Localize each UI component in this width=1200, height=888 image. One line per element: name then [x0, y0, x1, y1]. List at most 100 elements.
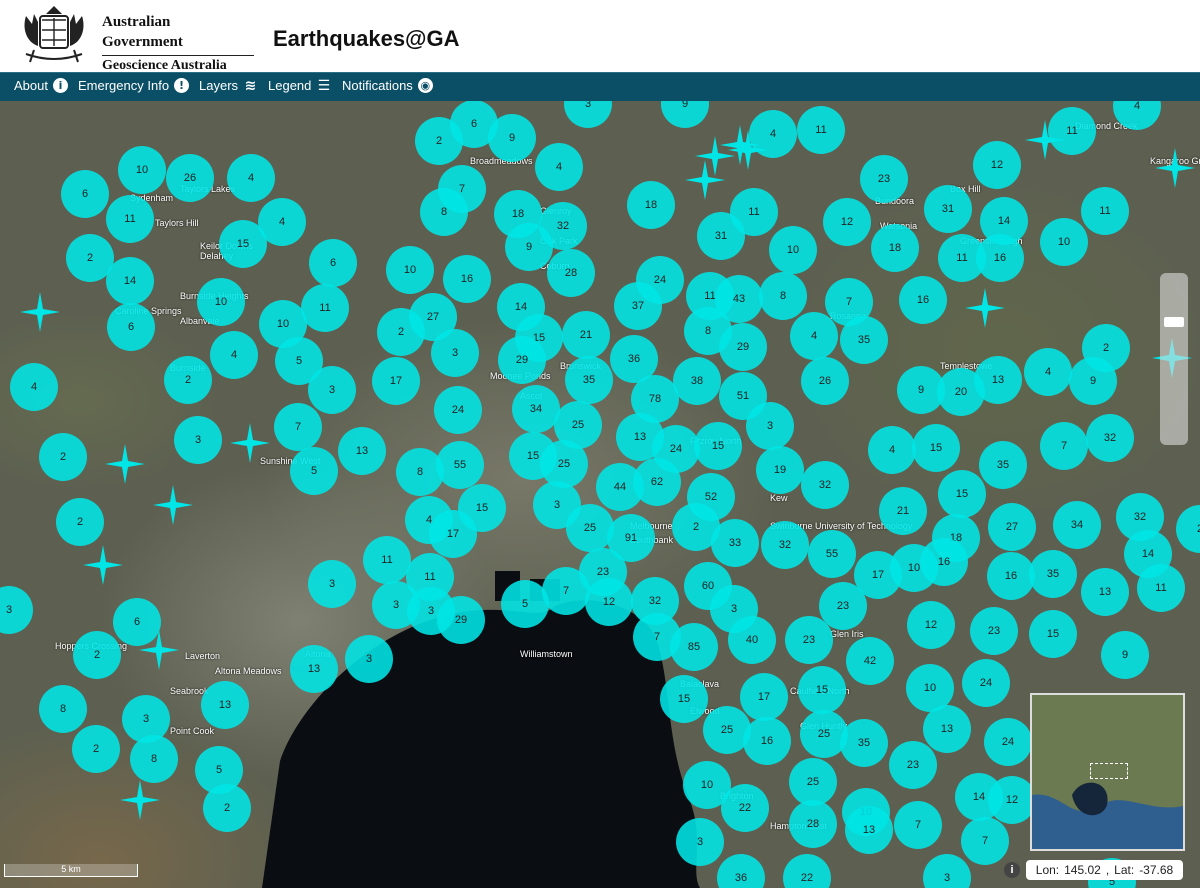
- earthquake-cluster[interactable]: 24: [984, 718, 1032, 766]
- earthquake-cluster[interactable]: 23: [860, 155, 908, 203]
- earthquake-cluster[interactable]: 4: [790, 312, 838, 360]
- earthquake-cluster[interactable]: 26: [166, 154, 214, 202]
- earthquake-cluster[interactable]: 7: [274, 403, 322, 451]
- earthquake-cluster[interactable]: 42: [846, 637, 894, 685]
- earthquake-cluster[interactable]: 3: [345, 635, 393, 683]
- earthquake-cluster[interactable]: 11: [301, 284, 349, 332]
- earthquake-cluster[interactable]: 13: [201, 681, 249, 729]
- earthquake-cluster[interactable]: 2: [56, 498, 104, 546]
- earthquake-star-icon[interactable]: [18, 290, 62, 334]
- earthquake-cluster[interactable]: 26: [801, 357, 849, 405]
- earthquake-cluster[interactable]: 9: [1101, 631, 1149, 679]
- earthquake-cluster[interactable]: 3: [174, 416, 222, 464]
- earthquake-cluster[interactable]: 24: [962, 659, 1010, 707]
- earthquake-cluster[interactable]: 10: [197, 278, 245, 326]
- earthquake-cluster[interactable]: 13: [845, 806, 893, 854]
- earthquake-cluster[interactable]: 62: [633, 458, 681, 506]
- earthquake-cluster[interactable]: 11: [1081, 187, 1129, 235]
- earthquake-cluster[interactable]: 6: [107, 303, 155, 351]
- earthquake-cluster[interactable]: 15: [1029, 610, 1077, 658]
- earthquake-cluster[interactable]: 13: [290, 645, 338, 693]
- overview-map[interactable]: [1030, 693, 1185, 851]
- earthquake-cluster[interactable]: 35: [840, 719, 888, 767]
- earthquake-cluster[interactable]: 4: [749, 110, 797, 158]
- earthquake-cluster[interactable]: 10: [769, 226, 817, 274]
- earthquake-cluster[interactable]: 6: [113, 598, 161, 646]
- earthquake-cluster[interactable]: 55: [808, 530, 856, 578]
- earthquake-cluster[interactable]: 2: [377, 308, 425, 356]
- earthquake-cluster[interactable]: 15: [938, 470, 986, 518]
- earthquake-cluster[interactable]: 15: [912, 424, 960, 472]
- earthquake-cluster[interactable]: 6: [309, 239, 357, 287]
- earthquake-cluster[interactable]: 11: [797, 106, 845, 154]
- earthquake-cluster[interactable]: 35: [979, 441, 1027, 489]
- earthquake-cluster[interactable]: 11: [363, 536, 411, 584]
- earthquake-cluster[interactable]: 8: [420, 188, 468, 236]
- earthquake-cluster[interactable]: 28: [547, 249, 595, 297]
- earthquake-cluster[interactable]: 25: [540, 440, 588, 488]
- earthquake-cluster[interactable]: 11: [106, 195, 154, 243]
- earthquake-cluster[interactable]: 8: [759, 272, 807, 320]
- earthquake-star-icon[interactable]: [151, 483, 195, 527]
- earthquake-cluster[interactable]: 12: [907, 601, 955, 649]
- earthquake-cluster[interactable]: 13: [923, 705, 971, 753]
- earthquake-cluster[interactable]: 17: [372, 357, 420, 405]
- earthquake-cluster[interactable]: 22: [721, 784, 769, 832]
- earthquake-cluster[interactable]: 32: [761, 521, 809, 569]
- earthquake-cluster[interactable]: 16: [899, 276, 947, 324]
- earthquake-cluster[interactable]: 17: [740, 673, 788, 721]
- earthquake-cluster[interactable]: 12: [988, 776, 1036, 824]
- earthquake-cluster[interactable]: 2: [72, 725, 120, 773]
- earthquake-cluster[interactable]: 10: [1040, 218, 1088, 266]
- earthquake-cluster[interactable]: 4: [1024, 348, 1072, 396]
- earthquake-cluster[interactable]: 2: [415, 117, 463, 165]
- earthquake-cluster[interactable]: 4: [868, 426, 916, 474]
- earthquake-cluster[interactable]: 35: [565, 356, 613, 404]
- earthquake-cluster[interactable]: 16: [976, 234, 1024, 282]
- earthquake-cluster[interactable]: 13: [974, 356, 1022, 404]
- nav-about[interactable]: About i: [14, 78, 68, 93]
- earthquake-cluster[interactable]: 9: [488, 114, 536, 162]
- earthquake-cluster[interactable]: 12: [973, 141, 1021, 189]
- nav-emergency-info[interactable]: Emergency Info !: [78, 78, 190, 93]
- nav-layers[interactable]: Layers ≋: [199, 78, 258, 94]
- earthquake-cluster[interactable]: 7: [542, 567, 590, 615]
- earthquake-cluster[interactable]: 16: [920, 538, 968, 586]
- earthquake-cluster[interactable]: 29: [719, 323, 767, 371]
- earthquake-star-icon[interactable]: [81, 543, 125, 587]
- earthquake-cluster[interactable]: 40: [728, 616, 776, 664]
- earthquake-cluster[interactable]: 7: [1040, 422, 1088, 470]
- earthquake-cluster[interactable]: 3: [431, 329, 479, 377]
- earthquake-cluster[interactable]: 28: [789, 800, 837, 848]
- earthquake-cluster[interactable]: 29: [498, 336, 546, 384]
- earthquake-cluster[interactable]: 31: [697, 212, 745, 260]
- earthquake-cluster[interactable]: 3: [308, 366, 356, 414]
- earthquake-cluster[interactable]: 2: [164, 356, 212, 404]
- earthquake-cluster[interactable]: 55: [436, 441, 484, 489]
- earthquake-cluster[interactable]: 27: [988, 503, 1036, 551]
- earthquake-cluster[interactable]: 13: [1081, 568, 1129, 616]
- earthquake-star-icon[interactable]: [963, 286, 1007, 330]
- earthquake-cluster[interactable]: 85: [670, 623, 718, 671]
- earthquake-cluster[interactable]: 2: [39, 433, 87, 481]
- earthquake-cluster[interactable]: 4: [10, 363, 58, 411]
- earthquake-cluster[interactable]: 32: [1086, 414, 1134, 462]
- nav-notifications[interactable]: Notifications ◉: [342, 78, 433, 93]
- earthquake-cluster[interactable]: 35: [1029, 550, 1077, 598]
- earthquake-cluster[interactable]: 9: [505, 223, 553, 271]
- earthquake-cluster[interactable]: 4: [227, 154, 275, 202]
- earthquake-star-icon[interactable]: [228, 421, 272, 465]
- earthquake-cluster[interactable]: 34: [512, 385, 560, 433]
- earthquake-cluster[interactable]: 23: [785, 616, 833, 664]
- earthquake-cluster[interactable]: 7: [961, 817, 1009, 865]
- earthquake-cluster[interactable]: 3: [746, 402, 794, 450]
- map-view[interactable]: SydenhamTaylors LakesTaylors HillKeilor …: [0, 101, 1200, 888]
- earthquake-star-icon[interactable]: [1153, 146, 1197, 190]
- earthquake-cluster[interactable]: 8: [39, 685, 87, 733]
- earthquake-cluster[interactable]: 16: [743, 717, 791, 765]
- earthquake-cluster[interactable]: 15: [660, 675, 708, 723]
- earthquake-cluster[interactable]: 21: [562, 311, 610, 359]
- earthquake-cluster[interactable]: 24: [434, 386, 482, 434]
- earthquake-cluster[interactable]: 25: [566, 504, 614, 552]
- earthquake-cluster[interactable]: 35: [840, 316, 888, 364]
